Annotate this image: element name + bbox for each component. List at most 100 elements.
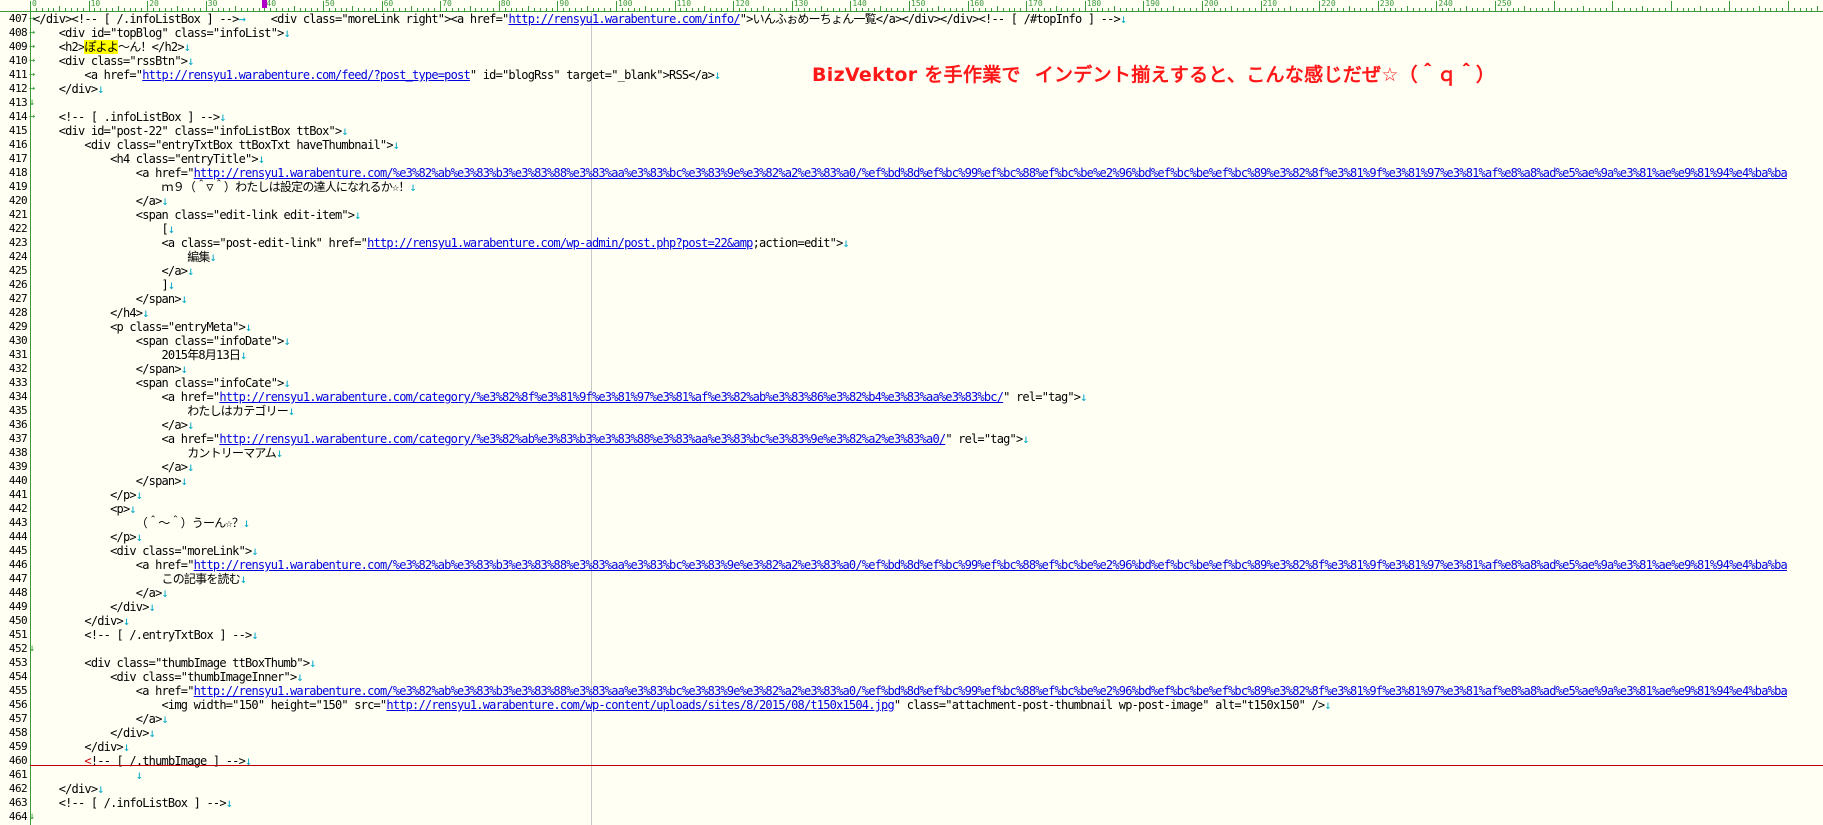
code-link[interactable]: http://rensyu1.warabenture.com/info/ — [508, 12, 740, 26]
code-text: <p> — [33, 502, 130, 516]
code-line[interactable]: <a href="http://rensyu1.warabenture.com/… — [33, 684, 1788, 698]
code-text: </span> — [33, 474, 182, 488]
code-line[interactable]: 編集↓ — [33, 250, 217, 264]
code-line[interactable]: </div>↓ — [33, 726, 156, 740]
code-line[interactable]: </div>↓ — [33, 614, 130, 628]
code-line[interactable]: <a href="http://rensyu1.warabenture.com/… — [33, 432, 1029, 446]
ruler-tick — [616, 1, 617, 11]
code-line[interactable]: 2015年8月13日↓ — [33, 348, 247, 362]
code-line[interactable]: （＾～＾）うーん☆？↓ — [33, 516, 251, 530]
ruler-tick — [909, 1, 910, 11]
code-line[interactable]: [↓ — [33, 222, 175, 236]
code-line[interactable]: <span class="infoCate">↓ — [33, 376, 291, 390]
code-link[interactable]: http://rensyu1.warabenture.com/%e3%82%ab… — [194, 166, 1788, 180]
code-line[interactable]: </a>↓ — [33, 460, 194, 474]
code-line[interactable]: </p>↓ — [33, 530, 143, 544]
code-line[interactable]: <p class="entryMeta">↓ — [33, 320, 252, 334]
code-line[interactable]: </span>↓ — [33, 292, 188, 306]
line-number: 439 — [8, 460, 28, 473]
code-line[interactable]: <img width="150" height="150" src="http:… — [33, 698, 1331, 712]
code-line[interactable]: この記事を読む↓ — [33, 572, 247, 586]
code-link[interactable]: http://rensyu1.warabenture.com/%e3%82%ab… — [194, 684, 1788, 698]
code-line[interactable]: </div>↓ — [33, 600, 156, 614]
code-line[interactable]: <a href="http://rensyu1.warabenture.com/… — [33, 390, 1087, 404]
ruler-tick — [194, 8, 196, 11]
ruler-tick — [1424, 8, 1426, 11]
ruler-tick — [1670, 1, 1672, 11]
text-editor[interactable]: 0 10 20 30 40 50 60 70 80 90 100 110 120 130 140 150 160… — [0, 0, 1823, 825]
ruler-tick — [293, 6, 295, 11]
code-line[interactable]: <div class="moreLink">↓ — [33, 544, 259, 558]
line-number: 421 — [8, 208, 28, 221]
ruler-tick — [533, 8, 535, 11]
ruler-tick — [1694, 8, 1696, 11]
code-line[interactable]: <h4 class="entryTitle">↓ — [33, 152, 265, 166]
code-line[interactable]: <div class="thumbImage ttBoxThumb">↓ — [33, 656, 316, 670]
code-line[interactable]: <div class="entryTxtBox ttBoxTxt haveThu… — [33, 138, 400, 152]
code-line[interactable]: <div id="post-22" class="infoListBox ttB… — [33, 124, 349, 138]
ruler-tick — [311, 8, 313, 11]
code-line[interactable]: ｍ９（＾▽＾）わたしは設定の達人になれるか☆！↓ — [33, 180, 416, 194]
code-text: <div class="moreLink"> — [33, 544, 252, 558]
code-line[interactable]: <div id="topBlog" class="infoList">↓ — [33, 26, 291, 40]
code-line[interactable]: <div class="thumbImageInner">↓ — [33, 670, 304, 684]
code-link[interactable]: http://rensyu1.warabenture.com/%e3%82%ab… — [194, 558, 1788, 572]
code-line[interactable]: </a>↓ — [33, 712, 169, 726]
code-link[interactable]: http://rensyu1.warabenture.com/feed/?pos… — [142, 68, 470, 82]
ruler-tick — [135, 8, 137, 11]
code-line[interactable]: <!-- [ .infoListBox ] -->↓ — [33, 110, 227, 124]
ruler-tick — [369, 8, 371, 11]
ruler-label: 0 — [32, 0, 37, 8]
code-line[interactable]: わたしはカテゴリー↓ — [33, 404, 295, 418]
code-link[interactable]: http://rensyu1.warabenture.com/category/… — [219, 432, 946, 446]
newline-marker: ↓ — [135, 768, 143, 782]
code-line[interactable]: <a href="http://rensyu1.warabenture.com/… — [33, 558, 1788, 572]
code-line[interactable]: </div>↓ — [33, 782, 105, 796]
code-link[interactable]: http://rensyu1.warabenture.com/wp-admin/… — [367, 236, 753, 250]
code-line[interactable]: <a href="http://rensyu1.warabenture.com/… — [33, 166, 1788, 180]
code-line[interactable]: <span class="edit-link edit-item">↓ — [33, 208, 362, 222]
code-line[interactable]: ↓ — [33, 768, 143, 782]
code-line[interactable]: </span>↓ — [33, 362, 188, 376]
line-number: 431 — [8, 348, 28, 361]
newline-marker: ↓ — [251, 544, 258, 558]
ruler-tick — [235, 6, 237, 11]
code-link[interactable]: http://rensyu1.warabenture.com/category/… — [219, 390, 1004, 404]
column-ruler: 0 10 20 30 40 50 60 70 80 90 100 110 120 130 140 150 160… — [0, 0, 1823, 12]
code-line[interactable]: <!-- [ /.entryTxtBox ] -->↓ — [33, 628, 258, 642]
code-line[interactable]: </span>↓ — [33, 474, 188, 488]
code-text: ;action=edit"> — [752, 236, 844, 250]
ruler-tick — [733, 1, 735, 11]
code-line[interactable]: </p>↓ — [33, 488, 143, 502]
ruler-tick — [287, 8, 289, 11]
code-text: <a href=" — [33, 558, 195, 572]
code-line[interactable]: </a>↓ — [33, 194, 169, 208]
ruler-tick — [651, 8, 653, 11]
code-line[interactable]: </div>↓ — [33, 740, 130, 754]
ruler-tick — [856, 8, 858, 11]
code-line[interactable]: </h4>↓ — [33, 306, 149, 320]
code-line[interactable]: </div><!-- [ /.infoListBox ] -->→ <div c… — [33, 12, 1127, 26]
code-line[interactable]: <span class="infoDate">↓ — [33, 334, 291, 348]
ruler-tick — [1788, 1, 1789, 11]
code-line[interactable]: </a>↓ — [33, 586, 169, 600]
code-line[interactable]: <div class="rssBtn">↓ — [33, 54, 195, 68]
code-line[interactable]: </a>↓ — [33, 264, 194, 278]
code-line[interactable]: </a>↓ — [33, 418, 194, 432]
code-line[interactable]: カントリーマアム↓ — [33, 446, 283, 460]
newline-marker: ↓ — [161, 194, 169, 208]
code-line[interactable]: <!-- [ /.infoListBox ] -->↓ — [33, 796, 233, 810]
ruler-tick — [1483, 8, 1485, 11]
code-line[interactable]: <p>↓ — [33, 502, 137, 516]
line-number: 444 — [8, 530, 28, 543]
ruler-tick — [1641, 6, 1643, 11]
code-line[interactable]: <a class="post-edit-link" href="http://r… — [33, 236, 849, 250]
code-text: " rel="tag"> — [1003, 390, 1081, 404]
code-link[interactable]: http://rensyu1.warabenture.com/wp-conten… — [386, 698, 894, 712]
line-number: 436 — [8, 418, 28, 431]
ruler-tick — [516, 8, 518, 11]
code-line[interactable]: <a href="http://rensyu1.warabenture.com/… — [33, 68, 721, 82]
code-line[interactable]: </div>↓ — [33, 82, 105, 96]
code-line[interactable]: <h2>ぽよよ～ん！</h2>↓ — [33, 40, 191, 54]
code-line[interactable]: ]↓ — [33, 278, 175, 292]
